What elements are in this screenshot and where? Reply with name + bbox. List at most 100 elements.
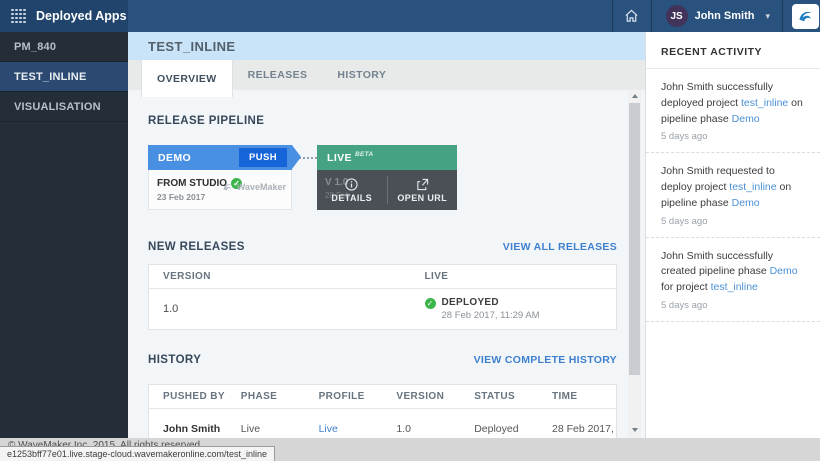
project-sidebar: PM_840 TEST_INLINE VISUALISATION [0, 32, 128, 438]
activity-segment: for project [661, 281, 711, 293]
section-title-release-pipeline: RELEASE PIPELINE [148, 115, 264, 127]
project-link[interactable]: test_inline [741, 97, 788, 109]
status-timestamp: 28 Feb 2017, 11:29 AM [442, 310, 540, 321]
scroll-up-arrow[interactable] [628, 90, 641, 102]
demo-card-body: FROM STUDIO ✓ 23 Feb 2017 WaveMaker [148, 170, 292, 210]
history-header: HISTORY VIEW COMPLETE HISTORY [148, 354, 617, 366]
triangle-down-icon [632, 428, 638, 432]
history-status: Deployed [460, 423, 538, 435]
tab-history[interactable]: HISTORY [322, 60, 401, 90]
demo-card-header: DEMO PUSH [148, 145, 292, 170]
activity-timestamp: 5 days ago [661, 300, 805, 311]
link-status-bar: e1253bff77e01.live.stage-cloud.wavemaker… [0, 446, 275, 461]
check-circle-icon: ✓ [425, 298, 436, 309]
phase-link[interactable]: Demo [732, 113, 760, 125]
vertical-scrollbar[interactable] [628, 90, 641, 438]
tab-bar: OVERVIEW RELEASES HISTORY [128, 60, 645, 90]
topbar-divider [782, 0, 783, 32]
column-profile: PROFILE [305, 391, 383, 402]
home-button[interactable] [613, 0, 651, 32]
release-version: 1.0 [149, 303, 425, 315]
wavemaker-logo[interactable] [792, 4, 819, 29]
section-title-history: HISTORY [148, 354, 201, 366]
deployed-status: ✓ DEPLOYED 28 Feb 2017, 11:29 AM [425, 291, 616, 327]
recent-activity-title: RECENT ACTIVITY [646, 32, 820, 68]
activity-text: John Smith successfully created pipeline… [661, 249, 805, 296]
column-live: LIVE [425, 271, 616, 282]
status-badge: DEPLOYED [442, 297, 540, 308]
main-panel: TEST_INLINE OVERVIEW RELEASES HISTORY RE… [128, 32, 645, 438]
topbar-right: JS John Smith ▾ [612, 0, 820, 32]
history-profile-link[interactable]: Live [305, 423, 383, 435]
user-menu[interactable]: JS John Smith ▾ [652, 0, 782, 32]
overview-content: RELEASE PIPELINE DEMO PUSH FROM STUDIO ✓ [128, 90, 645, 438]
column-time: TIME [538, 391, 616, 402]
tab-releases[interactable]: RELEASES [233, 60, 323, 90]
activity-text: John Smith successfully deployed project… [661, 80, 805, 127]
history-version: 1.0 [382, 423, 460, 435]
scrollbar-thumb[interactable] [629, 103, 640, 375]
chevron-down-icon: ▾ [765, 11, 770, 22]
details-label: DETAILS [331, 193, 372, 203]
scroll-down-arrow[interactable] [628, 424, 641, 436]
release-pipeline-header: RELEASE PIPELINE [148, 115, 617, 127]
list-item: John Smith successfully deployed project… [646, 69, 820, 153]
live-phase-card: LIVE BETA V 1.0 28 Feb [317, 145, 457, 210]
column-pushed-by: PUSHED BY [149, 391, 227, 402]
history-table-head: PUSHED BY PHASE PROFILE VERSION STATUS T… [149, 385, 616, 409]
column-phase: PHASE [227, 391, 305, 402]
project-link[interactable]: test_inline [729, 181, 776, 193]
avatar: JS [666, 5, 688, 27]
status-lines: DEPLOYED 28 Feb 2017, 11:29 AM [442, 297, 540, 321]
watermark-brand-text: WaveMaker [237, 182, 286, 192]
table-row: John Smith Live Live 1.0 Deployed 28 Feb… [149, 409, 616, 438]
apps-grid-icon[interactable] [11, 9, 26, 23]
demo-deploy-date: 23 Feb 2017 [157, 192, 242, 202]
sidebar-item-pm-840[interactable]: PM_840 [0, 32, 128, 62]
push-button[interactable]: PUSH [239, 148, 287, 167]
view-all-releases-link[interactable]: VIEW ALL RELEASES [503, 241, 617, 253]
details-button[interactable]: DETAILS [317, 170, 387, 210]
history-time: 28 Feb 2017, [538, 423, 616, 435]
phase-link[interactable]: Demo [732, 197, 760, 209]
page-title: TEST_INLINE [148, 39, 235, 54]
top-bar: Deployed Apps JS John Smith ▾ [0, 0, 820, 32]
live-card-header: LIVE BETA [317, 145, 457, 170]
release-pipeline: DEMO PUSH FROM STUDIO ✓ 23 Feb 2017 [148, 145, 645, 210]
new-releases-header: NEW RELEASES VIEW ALL RELEASES [148, 241, 617, 253]
activity-segment: John Smith successfully created pipeline… [661, 250, 773, 278]
table-row: 1.0 ✓ DEPLOYED 28 Feb 2017, 11:29 AM [149, 289, 616, 329]
live-card-body: V 1.0 28 Feb DETAILS [317, 170, 457, 210]
triangle-up-icon [632, 94, 638, 98]
wave-icon [221, 181, 234, 193]
user-name: John Smith [695, 10, 755, 22]
demo-phase-label: DEMO [158, 152, 239, 164]
open-url-button[interactable]: OPEN URL [388, 170, 458, 210]
activity-text: John Smith requested to deploy project t… [661, 164, 805, 211]
view-complete-history-link[interactable]: VIEW COMPLETE HISTORY [474, 354, 617, 366]
open-url-icon [416, 178, 429, 191]
from-studio-text: FROM STUDIO [157, 178, 227, 189]
wave-icon [796, 7, 815, 25]
new-releases-table-head: VERSION LIVE [149, 265, 616, 289]
tab-overview[interactable]: OVERVIEW [141, 60, 233, 97]
brand-area: Deployed Apps [0, 0, 128, 32]
project-link[interactable]: test_inline [711, 281, 758, 293]
phase-link[interactable]: Demo [770, 265, 798, 277]
wavemaker-watermark: WaveMaker [221, 181, 286, 193]
list-item: John Smith requested to deploy project t… [646, 153, 820, 237]
info-icon [345, 178, 358, 191]
sidebar-item-visualisation[interactable]: VISUALISATION [0, 92, 128, 122]
section-title-new-releases: NEW RELEASES [148, 241, 245, 253]
column-version: VERSION [149, 271, 425, 282]
demo-phase-card: DEMO PUSH FROM STUDIO ✓ 23 Feb 2017 [148, 145, 292, 210]
sidebar-item-test-inline[interactable]: TEST_INLINE [0, 62, 128, 92]
history-pushed-by: John Smith [149, 423, 227, 435]
release-status-cell: ✓ DEPLOYED 28 Feb 2017, 11:29 AM [425, 291, 616, 327]
deployed-apps-window: Deployed Apps JS John Smith ▾ [0, 0, 820, 461]
beta-badge: BETA [355, 151, 373, 158]
live-phase-label: LIVE [327, 152, 352, 164]
column-version: VERSION [382, 391, 460, 402]
open-url-label: OPEN URL [397, 193, 447, 203]
activity-timestamp: 5 days ago [661, 216, 805, 227]
